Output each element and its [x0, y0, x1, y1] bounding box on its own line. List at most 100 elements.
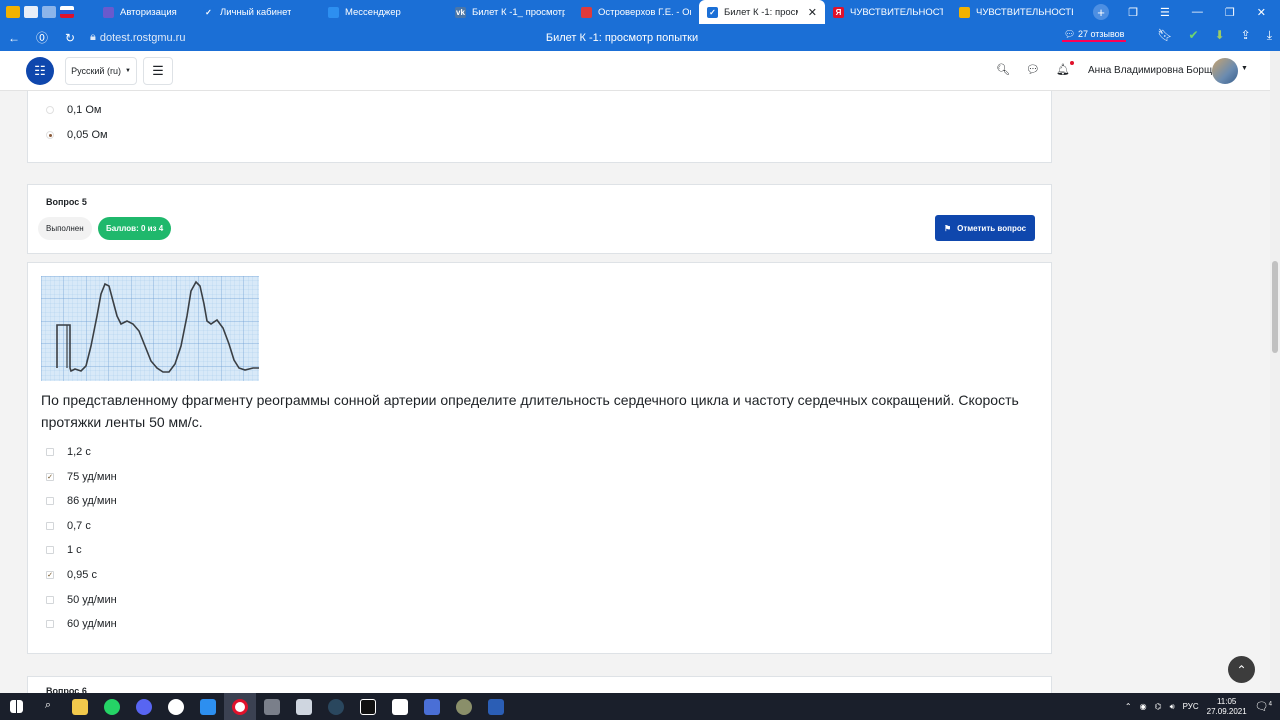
downloads-icon[interactable]: ⤓ [1267, 28, 1272, 43]
answer-label: 50 уд/мин [67, 593, 117, 606]
browser-tab[interactable]: vk Билет К -1_ просмотр п [447, 0, 573, 24]
input-lang[interactable]: РУС [1183, 702, 1199, 711]
flag-icon[interactable] [60, 6, 74, 18]
notifications-icon[interactable]: 🗨︎4 [1255, 700, 1272, 713]
answer-option[interactable]: 60 уд/мин [46, 618, 117, 630]
new-tab-button[interactable]: + [1093, 4, 1109, 20]
answer-option[interactable]: 86 уд/мин [46, 495, 117, 507]
notifications-icon[interactable]: 🔔︎ [1056, 61, 1074, 76]
answer-label: 1 с [67, 544, 82, 557]
page-scrollbar[interactable] [1270, 51, 1280, 693]
folder-icon [72, 698, 88, 715]
app-icon [200, 698, 216, 715]
taskbar-yandex[interactable] [224, 693, 256, 720]
download-icon[interactable]: ⬇ [1215, 28, 1225, 43]
scrollbar-thumb[interactable] [1272, 261, 1278, 353]
reviews-badge[interactable]: 💬︎ 27 отзывов [1062, 29, 1127, 42]
chevron-up-icon[interactable]: ⌃ [1125, 702, 1132, 711]
taskbar-app-blue[interactable] [192, 693, 224, 720]
menu-button[interactable]: ☰ [143, 57, 173, 85]
checkbox[interactable] [46, 595, 54, 604]
messages-icon[interactable]: 💬︎ [1026, 63, 1040, 76]
scroll-to-top-button[interactable]: ⌃ [1228, 656, 1255, 683]
search-icon[interactable]: 🔍︎ [996, 63, 1010, 76]
menu-icon[interactable]: ☰ [1160, 6, 1170, 19]
checkbox[interactable] [46, 521, 54, 530]
radio-button[interactable] [46, 131, 54, 139]
back-icon[interactable]: ← [0, 31, 28, 45]
checkbox[interactable]: ✓ [46, 472, 54, 481]
restore-icon[interactable]: ❐ [1225, 6, 1235, 19]
taskbar-discord[interactable] [128, 693, 160, 720]
browser-tab[interactable]: ✓ Билет К -1: просмотр ✕ [699, 0, 825, 24]
tabs-menu-icon[interactable]: ❐ [1128, 6, 1138, 19]
taskbar-explorer[interactable] [64, 693, 96, 720]
windows-icon [9, 700, 23, 713]
app-icon [360, 698, 376, 715]
checkbox[interactable] [46, 620, 54, 629]
app-icon [392, 698, 408, 715]
close-icon[interactable]: ✕ [1257, 6, 1266, 19]
browser-tab[interactable]: Авторизация [95, 0, 195, 24]
answer-label: 0,1 Ом [67, 104, 102, 116]
browser-tab[interactable]: ✓ Личный кабинет [195, 0, 320, 24]
share-icon[interactable]: ⇪ [1241, 28, 1251, 43]
answer-option[interactable]: ✓ 0,95 с [46, 569, 97, 581]
taskbar-app[interactable] [448, 693, 480, 720]
emblem-icon[interactable] [24, 6, 38, 18]
taskbar-snowflake[interactable] [160, 693, 192, 720]
tab-favicon-icon [581, 6, 592, 18]
checkbox[interactable] [46, 448, 54, 456]
user-name[interactable]: Анна Владимировна Борщ [1088, 65, 1212, 76]
network-icon[interactable]: ⌬ [1155, 702, 1162, 711]
app-tray-icon[interactable]: ◉ [1140, 702, 1147, 711]
taskbar-steam[interactable] [320, 693, 352, 720]
browser-tab-bar: Авторизация ✓ Личный кабинет Мессенджер vk Би… [0, 0, 1280, 24]
taskbar-word[interactable] [480, 693, 512, 720]
volume-icon[interactable]: 🔊︎ [1170, 702, 1175, 712]
taskbar-app[interactable] [352, 693, 384, 720]
bookmark-icon[interactable]: 🔖︎ [1157, 28, 1172, 43]
answer-option[interactable]: 1 с [46, 544, 82, 556]
avatar[interactable] [1212, 58, 1238, 84]
answer-option[interactable]: 0,1 Ом [46, 104, 101, 116]
clock[interactable]: 11:05 27.09.2021 [1207, 697, 1247, 717]
question-info-card [27, 184, 1052, 254]
reload-icon[interactable]: ↻ [56, 31, 84, 45]
taskbar-app[interactable] [384, 693, 416, 720]
browser-tab[interactable]: Я ЧУВСТВИТЕЛЬНОСТЬ Д [825, 0, 951, 24]
browser-tab[interactable]: Островерхов Г.Е. - Опер [573, 0, 699, 24]
radio-button[interactable] [46, 106, 54, 114]
answer-option[interactable]: 0,05 Ом [46, 129, 108, 141]
mail-icon[interactable] [6, 6, 20, 18]
taskbar-whatsapp[interactable] [96, 693, 128, 720]
taskbar-app[interactable] [416, 693, 448, 720]
chevron-down-icon[interactable]: ▼ [1241, 65, 1248, 72]
bird-icon[interactable] [42, 6, 56, 18]
answer-label: 0,05 Ом [67, 129, 108, 141]
start-button[interactable] [0, 693, 32, 720]
flag-question-button[interactable]: ⚑ Отметить вопрос [935, 215, 1035, 241]
tab-label: ЧУВСТВИТЕЛЬНОСТЬ Д [850, 6, 943, 18]
chevron-up-icon: ⌃ [1236, 662, 1247, 677]
yandex-icon[interactable]: ⓪ [28, 29, 56, 46]
close-tab-icon[interactable]: ✕ [808, 6, 817, 19]
checkbox[interactable]: ✓ [46, 571, 54, 579]
minimize-icon[interactable]: — [1192, 6, 1203, 18]
answer-option[interactable]: 1,2 с [46, 446, 91, 458]
checkbox[interactable] [46, 497, 54, 506]
browser-tab[interactable]: ЧУВСТВИТЕЛЬНОСТЬ Д [951, 0, 1081, 24]
taskbar-calculator[interactable] [256, 693, 288, 720]
language-select[interactable]: Русский (ru) ▼ [65, 57, 137, 85]
answer-option[interactable]: 0,7 с [46, 520, 91, 532]
comment-icon: 💬︎ [1064, 29, 1076, 39]
answer-option[interactable]: 50 уд/мин [46, 594, 117, 606]
answer-option[interactable]: ✓ 75 уд/мин [46, 471, 117, 483]
browser-tab[interactable]: Мессенджер [320, 0, 447, 24]
taskbar-app[interactable] [288, 693, 320, 720]
drawer-toggle-button[interactable]: ☷ [26, 57, 54, 85]
protect-icon[interactable]: ✔ [1189, 28, 1199, 43]
checkbox[interactable] [46, 546, 54, 555]
taskbar-search-button[interactable]: ⌕ [32, 693, 64, 720]
url-field[interactable]: 🔒︎ dotest.rostgmu.ru [90, 31, 185, 44]
